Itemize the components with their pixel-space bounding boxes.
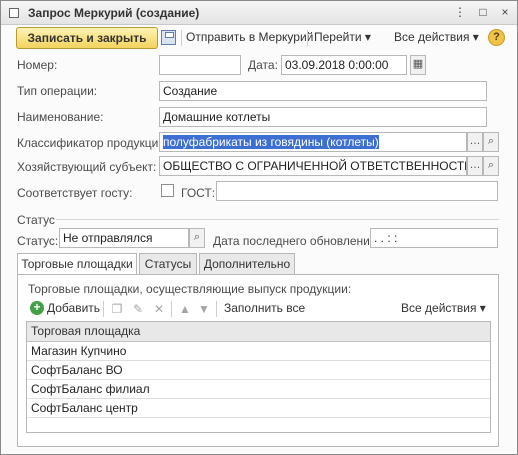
add-icon[interactable]: + bbox=[30, 301, 44, 315]
goto-menu[interactable]: Перейти ▾ bbox=[314, 30, 371, 44]
column-header-trade-point[interactable]: Торговая площадка bbox=[27, 322, 490, 342]
entity-open-icon[interactable]: ⌕ bbox=[483, 156, 499, 176]
move-down-icon[interactable]: ▼ bbox=[197, 302, 211, 316]
all-actions-menu[interactable]: Все действия ▾ bbox=[394, 30, 479, 44]
trade-points-table: Торговая площадка Магазин Купчино СофтБа… bbox=[26, 321, 491, 433]
add-button[interactable]: Добавить bbox=[47, 301, 100, 315]
gost-match-checkbox[interactable] bbox=[161, 184, 174, 197]
document-icon bbox=[9, 8, 19, 18]
toolbar-divider bbox=[307, 30, 308, 46]
toolbar-divider bbox=[216, 301, 217, 317]
classifier-field[interactable]: полуфабрикаты из говядины (котлеты) bbox=[159, 132, 467, 152]
toolbar-divider bbox=[181, 30, 182, 46]
classifier-value: полуфабрикаты из говядины (котлеты) bbox=[163, 135, 379, 149]
copy-icon[interactable]: ❐ bbox=[110, 302, 124, 316]
table-row[interactable]: СофтБаланс филиал bbox=[27, 380, 490, 399]
status-open-icon[interactable]: ⌕ bbox=[189, 228, 205, 248]
save-icon[interactable] bbox=[161, 30, 176, 45]
toolbar-divider bbox=[103, 301, 104, 317]
edit-icon[interactable]: ✎ bbox=[131, 302, 145, 316]
status-heading: Статус bbox=[17, 213, 55, 227]
table-toolbar: + Добавить ❐ ✎ ✕ ▲ ▼ Заполнить все Все д… bbox=[26, 299, 491, 319]
operation-type-label: Тип операции: bbox=[17, 84, 98, 98]
number-field[interactable] bbox=[159, 55, 241, 75]
classifier-label: Классификатор продукции: bbox=[17, 136, 169, 150]
tab-additional[interactable]: Дополнительно bbox=[199, 253, 295, 275]
classifier-open-icon[interactable]: ⌕ bbox=[483, 132, 499, 152]
last-update-label: Дата последнего обновления: bbox=[213, 234, 380, 248]
entity-label: Хозяйствующий субъект: bbox=[17, 160, 157, 174]
save-and-close-button[interactable]: Записать и закрыть bbox=[16, 27, 158, 49]
delete-icon[interactable]: ✕ bbox=[152, 302, 166, 316]
trade-points-panel: Торговые площадки, осуществляющие выпуск… bbox=[17, 274, 499, 447]
last-update-field[interactable]: . . : : bbox=[370, 228, 498, 248]
more-icon[interactable]: ⋮ bbox=[452, 5, 468, 20]
main-toolbar: Записать и закрыть Отправить в Меркурий … bbox=[9, 26, 511, 50]
operation-type-field[interactable]: Создание bbox=[159, 81, 487, 101]
date-label: Дата: bbox=[248, 58, 278, 72]
toolbar-divider bbox=[171, 301, 172, 317]
title-bar: Запрос Меркурий (создание) ⋮ □ × bbox=[1, 1, 517, 25]
date-field[interactable]: 03.09.2018 0:00:00 bbox=[281, 55, 407, 75]
name-label: Наименование: bbox=[17, 110, 104, 124]
dialog-window: Запрос Меркурий (создание) ⋮ □ × Записат… bbox=[0, 0, 518, 455]
table-row[interactable]: СофтБаланс центр bbox=[27, 399, 490, 418]
calendar-icon[interactable]: ▦ bbox=[410, 55, 426, 75]
window-title: Запрос Меркурий (создание) bbox=[28, 6, 200, 20]
entity-select-button[interactable]: … bbox=[467, 156, 483, 176]
classifier-select-button[interactable]: … bbox=[467, 132, 483, 152]
tab-statuses[interactable]: Статусы bbox=[139, 253, 197, 275]
table-row[interactable]: Магазин Купчино bbox=[27, 342, 490, 361]
gost-field[interactable] bbox=[216, 181, 498, 201]
number-label: Номер: bbox=[17, 58, 58, 72]
entity-field[interactable]: ОБЩЕСТВО С ОГРАНИЧЕННОЙ ОТВЕТСТВЕННОСТЬЮ… bbox=[159, 156, 467, 176]
fill-all-button[interactable]: Заполнить все bbox=[224, 301, 305, 315]
status-divider bbox=[56, 219, 499, 220]
send-to-mercury-button[interactable]: Отправить в Меркурий bbox=[186, 30, 313, 44]
status-field[interactable]: Не отправлялся bbox=[59, 228, 189, 248]
trade-points-description: Торговые площадки, осуществляющие выпуск… bbox=[28, 282, 352, 296]
help-icon[interactable]: ? bbox=[488, 29, 505, 46]
status-label: Статус: bbox=[17, 234, 59, 248]
name-field[interactable]: Домашние котлеты bbox=[159, 107, 487, 127]
table-row[interactable]: СофтБаланс ВО bbox=[27, 361, 490, 380]
table-all-actions-menu[interactable]: Все действия ▾ bbox=[401, 301, 486, 315]
tab-bar: Торговые площадки Статусы Дополнительно bbox=[17, 253, 499, 276]
gost-match-label: Соответствует госту: bbox=[17, 186, 133, 200]
move-up-icon[interactable]: ▲ bbox=[178, 302, 192, 316]
gost-label: ГОСТ: bbox=[181, 186, 216, 200]
maximize-icon[interactable]: □ bbox=[475, 5, 491, 20]
close-icon[interactable]: × bbox=[497, 5, 513, 20]
tab-trade-points[interactable]: Торговые площадки bbox=[17, 253, 137, 276]
